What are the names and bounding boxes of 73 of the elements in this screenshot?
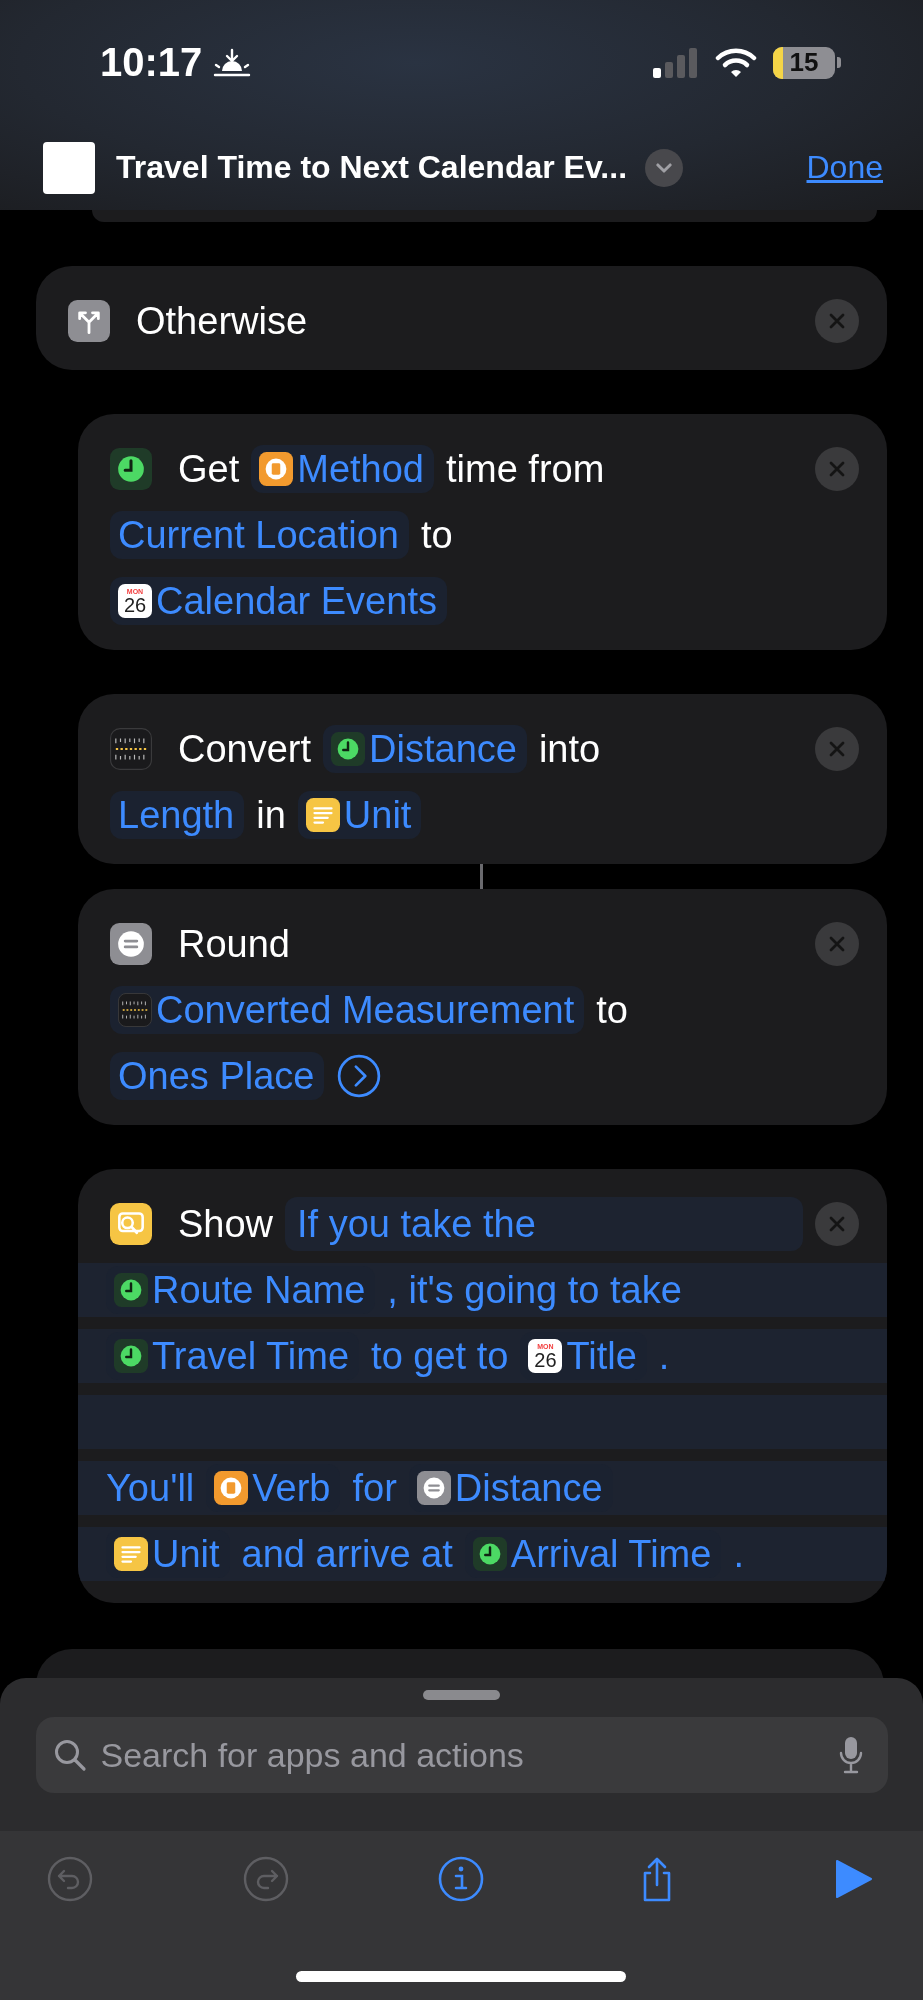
search-field[interactable]: Search for apps and actions — [100, 1735, 824, 1775]
parameter-pill[interactable]: Ones Place — [110, 1052, 325, 1100]
remove-button[interactable] — [815, 1202, 859, 1246]
clock-icon — [114, 1339, 148, 1373]
message-text: for — [352, 1466, 397, 1510]
equals-icon — [416, 1471, 451, 1505]
action-text: to — [596, 988, 628, 1032]
quick-look-icon — [110, 1203, 152, 1245]
calendar-date: 26 — [534, 1349, 557, 1370]
ruler-icon — [110, 728, 152, 770]
message-text: to get to — [371, 1334, 509, 1378]
status-time: 10:17 — [100, 40, 203, 85]
clock-icon — [331, 732, 366, 766]
branch-icon — [68, 300, 110, 342]
message-text: . — [658, 1334, 670, 1378]
wifi-icon — [715, 47, 757, 78]
sheet-handle[interactable] — [423, 1690, 500, 1700]
expand-button[interactable] — [336, 1053, 383, 1099]
clock-icon — [472, 1537, 507, 1571]
parameter-pill[interactable]: Length — [110, 791, 245, 839]
info-icon — [438, 1856, 484, 1902]
message-text: . — [733, 1532, 744, 1576]
message-text: , it's going to take — [387, 1268, 682, 1312]
chevron-right-icon — [336, 1053, 383, 1099]
action-text: to — [420, 513, 453, 557]
notes-icon — [305, 798, 340, 832]
action-text: Show — [178, 1202, 274, 1246]
done-link[interactable]: Done — [806, 149, 883, 186]
message-text: You'll — [106, 1466, 195, 1510]
book-icon — [259, 452, 294, 486]
notes-icon — [114, 1537, 148, 1571]
variable-token[interactable]: Converted Measurement — [110, 986, 585, 1034]
book-icon — [214, 1471, 249, 1505]
remove-button[interactable] — [815, 727, 859, 771]
info-button[interactable] — [438, 1856, 484, 1902]
remove-button[interactable] — [815, 922, 859, 966]
remove-button[interactable] — [815, 447, 859, 491]
sunset-icon — [212, 47, 253, 78]
action-text: time from — [446, 447, 605, 491]
remove-button[interactable] — [815, 299, 859, 343]
close-icon — [827, 739, 847, 759]
text-field[interactable]: If you take the — [285, 1197, 803, 1251]
signal-icon — [653, 47, 699, 78]
close-icon — [827, 1214, 847, 1234]
shortcut-title: Travel Time to Next Calendar Ev... — [116, 149, 627, 186]
message-text: and arrive at — [241, 1532, 453, 1576]
action-text: in — [256, 793, 286, 837]
close-icon — [827, 934, 847, 954]
action-text: Get — [178, 447, 240, 491]
action-text: Round — [178, 922, 290, 966]
clock-icon — [114, 1273, 148, 1307]
microphone-icon — [837, 1735, 864, 1775]
undo-icon — [47, 1856, 93, 1902]
variable-token[interactable]: Method — [251, 445, 434, 493]
redo-icon — [242, 1856, 289, 1902]
battery-percentage: 15 — [789, 47, 819, 78]
action-text: Otherwise — [136, 299, 308, 343]
title-menu-button[interactable] — [645, 148, 683, 187]
variable-token[interactable]: Unit — [297, 791, 422, 839]
shortcut-icon[interactable] — [43, 141, 95, 194]
close-icon — [827, 311, 847, 331]
equals-icon — [110, 923, 152, 965]
chevron-down-icon — [656, 162, 672, 173]
calendar-date: 26 — [123, 594, 147, 615]
clock-icon — [110, 448, 152, 490]
action-text: Convert — [178, 727, 312, 771]
search-bar[interactable]: Search for apps and actions — [35, 1717, 888, 1793]
action-text: into — [538, 727, 601, 771]
close-icon — [827, 459, 847, 479]
parameter-pill[interactable]: Current Location — [110, 511, 409, 559]
ruler-icon — [118, 993, 152, 1027]
variable-token[interactable]: Distance — [323, 725, 527, 773]
search-icon — [52, 1738, 87, 1772]
